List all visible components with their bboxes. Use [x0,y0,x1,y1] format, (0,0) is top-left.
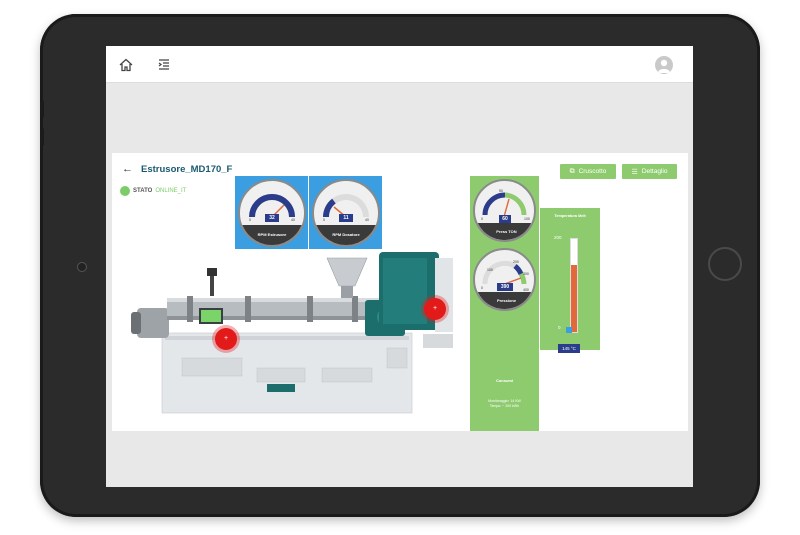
gauge-min: 0 [481,217,483,221]
status-value: ONLINE_IT [155,188,187,194]
volume-button [40,128,44,146]
page-title: Estrusore_MD170_F [141,163,233,175]
home-icon[interactable] [118,57,134,73]
gauge-label: RPM Dosatore [332,232,360,237]
dettaglio-button[interactable]: ☰ Dettaglio [622,164,677,179]
temperature-value: 145 °C [558,344,580,353]
plus-icon: + [223,335,229,342]
cruscotto-button[interactable]: ⧉ Cruscotto [560,164,616,179]
consumi-panel[interactable]: Consumi Monitoraggio: 14 KW Tempo: ~ 200… [470,371,539,431]
gauge-label: Press TON [496,229,517,234]
status-dot [120,186,130,196]
consumi-details: Monitoraggio: 14 KW Tempo: ~ 200 kWh [470,399,539,409]
gauge-max: 400 [523,288,529,292]
temperature-panel[interactable]: Temperatura Melt 200 0 145 °C [540,208,600,353]
thermometer-base [566,327,572,333]
gauge-tick: 300 [523,272,529,276]
status-label: STATO [133,188,153,194]
back-arrow-icon[interactable]: ← [122,163,133,175]
gauge-value: 11 [339,214,353,222]
gauge-tick: 100 [487,268,493,272]
gauge-label: RPM Estrusore [257,232,287,237]
plus-icon: + [432,305,438,312]
temperature-title: Temperatura Melt [554,214,586,218]
gauge-value: 32 [265,214,279,222]
gauge-rpm-estrusore[interactable]: 32 0 40 RPM Estrusore [235,176,308,249]
dettaglio-label: Dettaglio [641,168,668,175]
temperature-min: 0 [558,325,561,330]
camera-icon [77,262,87,272]
gauge-value: 390 [497,283,513,291]
gauge-label: Pressione [496,298,517,303]
extruder-machine-image [131,252,453,414]
cruscotto-label: Cruscotto [578,168,607,175]
machine-panel: ← Estrusore_MD170_F STATO ONLINE_IT ⧉ Cr… [112,153,688,431]
hotspot-marker[interactable]: + [424,298,446,320]
thermometer-fill [571,265,577,332]
top-bar [106,46,693,83]
menu-indent-icon[interactable] [156,57,172,73]
gauge-min: 0 [481,286,483,290]
list-icon: ☰ [631,168,638,176]
gauge-pressione[interactable]: 390 0 100 200 300 400 Pressione [473,248,536,311]
gauge-max: 40 [365,218,369,222]
dashboard-icon: ⧉ [569,167,575,175]
consumi-title: Consumi [495,378,514,383]
gauge-rpm-dosatore[interactable]: 11 0 40 RPM Dosatore [309,176,382,249]
gauge-value: 60 [499,215,511,223]
gauge-mid: 50 [499,189,503,193]
tablet-home-button[interactable] [708,247,742,281]
user-avatar-icon[interactable] [655,56,673,74]
thermometer-tube [570,238,578,333]
gauge-tick: 200 [513,260,519,264]
app-screen: ← Estrusore_MD170_F STATO ONLINE_IT ⧉ Cr… [106,46,693,487]
gauge-min: 0 [323,218,325,222]
status-indicator: STATO ONLINE_IT [120,186,186,196]
gauge-press-ton[interactable]: 60 0 50 100 Press TON [473,179,536,242]
volume-button [40,100,44,118]
gauge-max: 100 [524,217,530,221]
consumi-line: Tempo: ~ 200 kWh [489,404,520,408]
hotspot-marker[interactable]: + [215,328,237,350]
gauge-min: 0 [249,218,251,222]
temperature-max: 200 [554,235,562,240]
gauge-max: 40 [291,218,295,222]
